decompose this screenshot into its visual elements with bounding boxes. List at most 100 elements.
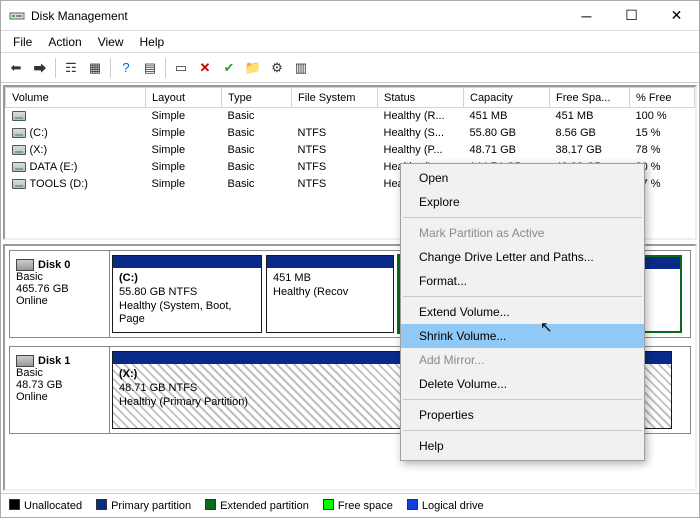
disk-size: 465.76 GB	[16, 283, 103, 295]
table-row[interactable]: Simple Basic Healthy (R... 451 MB 451 MB…	[6, 108, 695, 125]
ctx-extend[interactable]: Extend Volume...	[401, 300, 644, 324]
cell-free: 8.56 GB	[550, 125, 630, 142]
col-layout[interactable]: Layout	[146, 88, 222, 108]
ctx-help[interactable]: Help	[401, 434, 644, 458]
table-header[interactable]: Volume Layout Type File System Status Ca…	[6, 88, 695, 108]
disk-header[interactable]: Disk 1 Basic 48.73 GB Online	[10, 347, 110, 433]
drive-icon	[12, 128, 26, 138]
volume-name: TOOLS (D:)	[30, 178, 88, 190]
legend-extended: Extended partition	[205, 499, 309, 512]
disk-state: Online	[16, 295, 103, 307]
menu-view[interactable]: View	[90, 33, 132, 51]
partition-size: 451 MB	[273, 272, 387, 286]
cell-fs: NTFS	[292, 125, 378, 142]
delete-button[interactable]: ✕	[194, 57, 216, 79]
table-row[interactable]: (C:) Simple Basic NTFS Healthy (S... 55.…	[6, 125, 695, 142]
help-button[interactable]: ?	[115, 57, 137, 79]
drive-icon	[12, 111, 26, 121]
partition-status: Healthy (System, Boot, Page	[119, 300, 255, 328]
maximize-button[interactable]: ☐	[609, 1, 654, 30]
cell-type: Basic	[222, 108, 292, 125]
cell-type: Basic	[222, 142, 292, 159]
legend-unallocated: Unallocated	[9, 499, 82, 512]
legend-free: Free space	[323, 499, 393, 512]
menu-action[interactable]: Action	[40, 33, 89, 51]
col-status[interactable]: Status	[378, 88, 464, 108]
partition-size: 55.80 GB NTFS	[119, 286, 255, 300]
disk-state: Online	[16, 391, 103, 403]
ctx-properties[interactable]: Properties	[401, 403, 644, 427]
partition-title: (C:)	[119, 272, 255, 286]
ctx-sep	[403, 399, 642, 400]
cell-type: Basic	[222, 159, 292, 176]
col-capacity[interactable]: Capacity	[464, 88, 550, 108]
layout-button[interactable]: ☶	[60, 57, 82, 79]
ctx-delete[interactable]: Delete Volume...	[401, 372, 644, 396]
cell-layout: Simple	[146, 108, 222, 125]
ctx-sep	[403, 217, 642, 218]
partition-bar	[113, 256, 261, 268]
cell-type: Basic	[222, 125, 292, 142]
ctx-explore[interactable]: Explore	[401, 190, 644, 214]
partition[interactable]: 451 MB Healthy (Recov	[266, 255, 394, 333]
cell-fs: NTFS	[292, 176, 378, 193]
cell-status: Healthy (S...	[378, 125, 464, 142]
ctx-format[interactable]: Format...	[401, 269, 644, 293]
table-row[interactable]: (X:) Simple Basic NTFS Healthy (P... 48.…	[6, 142, 695, 159]
col-volume[interactable]: Volume	[6, 88, 146, 108]
menu-file[interactable]: File	[5, 33, 40, 51]
back-button[interactable]: ⬅	[5, 57, 27, 79]
disk-size: 48.73 GB	[16, 379, 103, 391]
disk-name: Disk 1	[38, 355, 70, 367]
toolbar: ⬅ ⮕ ☶ ▦ ? ▤ ▭ ✕ ✔ 📁 ⚙ ▥	[1, 53, 699, 83]
context-menu[interactable]: Open Explore Mark Partition as Active Ch…	[400, 163, 645, 461]
titlebar: Disk Management ─ ☐ ✕	[1, 1, 699, 31]
cell-fs: NTFS	[292, 159, 378, 176]
ctx-add-mirror: Add Mirror...	[401, 348, 644, 372]
ctx-change-letter[interactable]: Change Drive Letter and Paths...	[401, 245, 644, 269]
col-type[interactable]: Type	[222, 88, 292, 108]
cell-pct: 100 %	[630, 108, 695, 125]
cell-pct: 15 %	[630, 125, 695, 142]
ctx-open[interactable]: Open	[401, 166, 644, 190]
legend-logical: Logical drive	[407, 499, 484, 512]
close-button[interactable]: ✕	[654, 1, 699, 30]
ctx-mark-active: Mark Partition as Active	[401, 221, 644, 245]
col-free[interactable]: Free Spa...	[550, 88, 630, 108]
props2-button[interactable]: ▦	[84, 57, 106, 79]
menu-help[interactable]: Help	[132, 33, 173, 51]
ctx-shrink[interactable]: Shrink Volume...	[401, 324, 644, 348]
cell-layout: Simple	[146, 125, 222, 142]
list-button[interactable]: ▤	[139, 57, 161, 79]
col-fs[interactable]: File System	[292, 88, 378, 108]
volume-name: (X:)	[30, 144, 48, 156]
cell-type: Basic	[222, 176, 292, 193]
drive-icon	[12, 179, 26, 189]
disk-header[interactable]: Disk 0 Basic 465.76 GB Online	[10, 251, 110, 337]
disk-name: Disk 0	[38, 259, 70, 271]
settings-button[interactable]: ⚙	[266, 57, 288, 79]
minimize-button[interactable]: ─	[564, 1, 609, 30]
chart-button[interactable]: ▥	[290, 57, 312, 79]
pane-button[interactable]: ▭	[170, 57, 192, 79]
cell-capacity: 55.80 GB	[464, 125, 550, 142]
col-pct[interactable]: % Free	[630, 88, 695, 108]
partition[interactable]: (C:) 55.80 GB NTFS Healthy (System, Boot…	[112, 255, 262, 333]
disk-type: Basic	[16, 367, 103, 379]
cell-free: 38.17 GB	[550, 142, 630, 159]
cell-layout: Simple	[146, 142, 222, 159]
menubar: File Action View Help	[1, 31, 699, 53]
folder-button[interactable]: 📁	[242, 57, 264, 79]
cell-free: 451 MB	[550, 108, 630, 125]
toolbar-sep2	[110, 58, 111, 78]
apply-button[interactable]: ✔	[218, 57, 240, 79]
volume-name: (C:)	[30, 127, 48, 139]
disk-icon	[16, 355, 34, 367]
disk-type: Basic	[16, 271, 103, 283]
forward-button[interactable]: ⮕	[29, 57, 51, 79]
legend: Unallocated Primary partition Extended p…	[1, 493, 699, 517]
window-title: Disk Management	[31, 9, 564, 23]
toolbar-sep	[55, 58, 56, 78]
cell-fs: NTFS	[292, 142, 378, 159]
drive-icon	[12, 162, 26, 172]
